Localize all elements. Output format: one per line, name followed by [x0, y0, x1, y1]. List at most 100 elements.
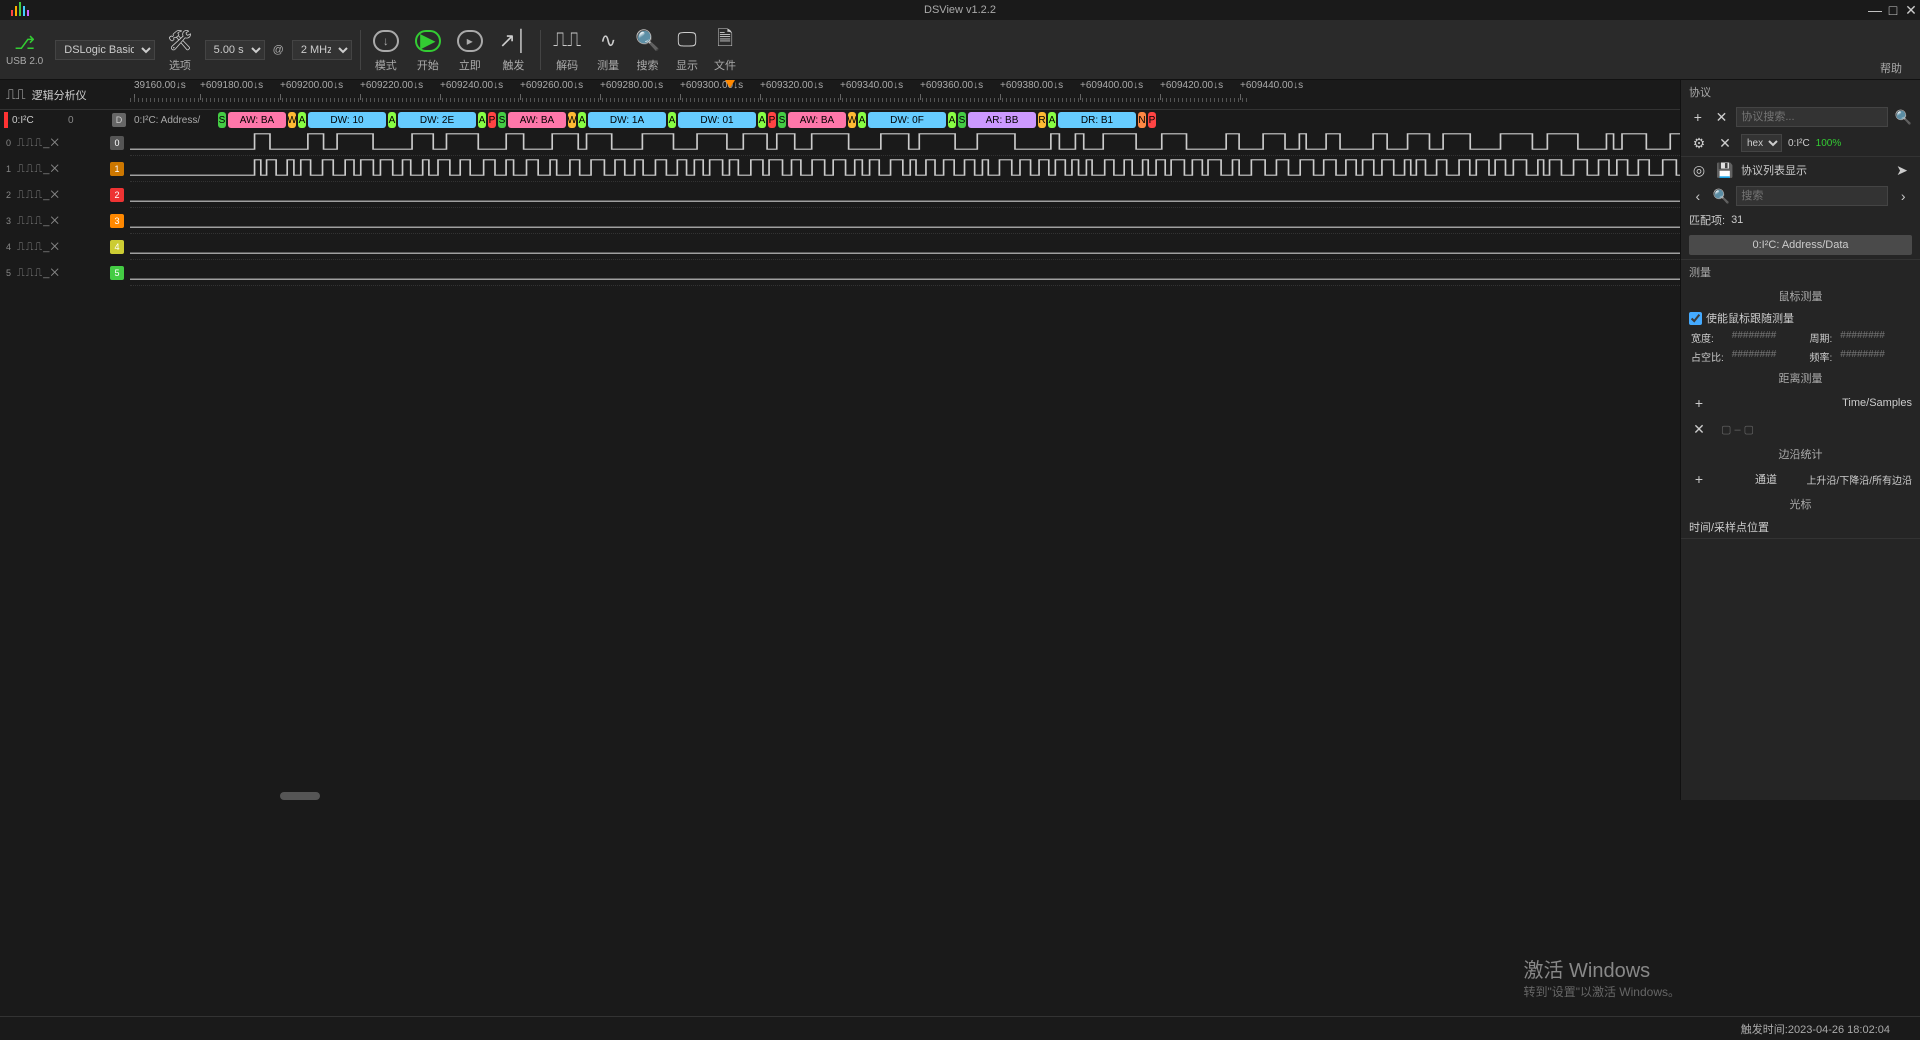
decode-segment[interactable]: A	[1048, 112, 1056, 128]
waveform-row-1[interactable]	[130, 156, 1680, 182]
gear-icon[interactable]: ⚙	[1689, 133, 1709, 153]
decode-button[interactable]: ⎍⎍ 解码	[553, 27, 581, 73]
waveform-row-5[interactable]	[130, 260, 1680, 286]
decode-segment[interactable]: A	[578, 112, 586, 128]
maximize-button[interactable]: □	[1884, 1, 1902, 19]
ruler-tick: +609420.00↓s	[1160, 80, 1223, 91]
save-icon[interactable]: 💾	[1715, 160, 1735, 180]
match-result-button[interactable]: 0:I²C: Address/Data	[1689, 235, 1912, 255]
ruler-tick: +609320.00↓s	[760, 80, 823, 91]
device-select[interactable]: DSLogic Basic	[55, 40, 155, 60]
channel-label-1[interactable]: 1⎍ ⎍ ⎍ _ ✕1	[0, 156, 130, 182]
decode-segment[interactable]: DW: 2E	[398, 112, 476, 128]
format-select[interactable]: hex	[1741, 134, 1782, 152]
decode-segment[interactable]: W	[288, 112, 296, 128]
help-button[interactable]: 帮助	[1880, 30, 1902, 76]
decode-badge[interactable]: D	[112, 113, 126, 127]
channel-label-2[interactable]: 2⎍ ⎍ ⎍ _ ✕2	[0, 182, 130, 208]
add-protocol-button[interactable]: +	[1689, 107, 1707, 127]
channel-label-3[interactable]: 3⎍ ⎍ ⎍ _ ✕3	[0, 208, 130, 234]
toolbar: ⎇ USB 2.0 DSLogic Basic 🛠 选项 5.00 s @ 2 …	[0, 20, 1920, 80]
decode-segment[interactable]: A	[948, 112, 956, 128]
statusbar: 触发时间:2023-04-26 18:02:04	[0, 1016, 1920, 1040]
decode-segment[interactable]: W	[848, 112, 856, 128]
enable-mouse-checkbox[interactable]	[1689, 312, 1702, 325]
protocol-search-input[interactable]	[1736, 107, 1888, 127]
waveform-area[interactable]: 39160.00↓s +609180.00↓s+609200.00↓s+6092…	[130, 80, 1680, 800]
search-list-icon[interactable]: 🔍	[1713, 186, 1731, 206]
instant-button[interactable]: ▸ 立即	[457, 27, 483, 73]
minimize-button[interactable]: —	[1866, 1, 1884, 19]
list-search-input[interactable]	[1736, 186, 1888, 206]
decode-segment[interactable]: P	[488, 112, 496, 128]
decode-segment[interactable]: P	[1148, 112, 1156, 128]
analyzer-header: ⎍⎍ 逻辑分析仪	[0, 80, 130, 110]
waveform-row-2[interactable]	[130, 182, 1680, 208]
decode-segment[interactable]: AW: BA	[788, 112, 846, 128]
display-button[interactable]: 🖵 显示	[676, 27, 698, 73]
send-icon[interactable]: ➤	[1892, 160, 1912, 180]
decode-segment[interactable]: A	[758, 112, 766, 128]
horizontal-scrollbar[interactable]	[280, 792, 320, 800]
waveform-row-0[interactable]	[130, 130, 1680, 156]
window-title: DSView v1.2.2	[924, 4, 996, 16]
decode-segment[interactable]: A	[858, 112, 866, 128]
wave-icon: ⎍⎍	[6, 86, 26, 103]
search-icon[interactable]: 🔍	[1894, 107, 1912, 127]
mode-button[interactable]: ↓ 模式	[373, 27, 399, 73]
channel-label-0[interactable]: 0⎍ ⎍ ⎍ _ ✕0	[0, 130, 130, 156]
decode-segment[interactable]: A	[668, 112, 676, 128]
decode-segment[interactable]: S	[778, 112, 786, 128]
decode-segment[interactable]: A	[388, 112, 396, 128]
trigger-button[interactable]: ↗│ 触发	[499, 27, 528, 73]
decode-segment[interactable]: S	[958, 112, 966, 128]
decode-segment[interactable]: R	[1038, 112, 1046, 128]
remove-protocol-button[interactable]: ✕	[1713, 107, 1731, 127]
ruler-start: 39160.00↓s	[134, 80, 186, 91]
decode-segment[interactable]: A	[478, 112, 486, 128]
decode-segment[interactable]: DW: 01	[678, 112, 756, 128]
ruler-cursor[interactable]	[725, 80, 735, 88]
decode-segment[interactable]: P	[768, 112, 776, 128]
edge-title: 边沿统计	[1681, 442, 1920, 466]
time-ruler[interactable]: 39160.00↓s +609180.00↓s+609200.00↓s+6092…	[130, 80, 1680, 110]
decode-segment[interactable]: AW: BA	[508, 112, 566, 128]
delete-icon[interactable]: ✕	[1715, 133, 1735, 153]
next-button[interactable]: ›	[1894, 186, 1912, 206]
channel-label-4[interactable]: 4⎍ ⎍ ⎍ _ ✕4	[0, 234, 130, 260]
add-edge-button[interactable]: +	[1689, 469, 1709, 489]
decode-segment[interactable]: AW: BA	[228, 112, 286, 128]
ruler-tick: +609240.00↓s	[440, 80, 503, 91]
channel-label-5[interactable]: 5⎍ ⎍ ⎍ _ ✕5	[0, 260, 130, 286]
decode-segment[interactable]: S	[218, 112, 226, 128]
decode-segment[interactable]: DR: B1	[1058, 112, 1136, 128]
proto-name: 0:I²C	[1788, 138, 1810, 149]
decode-segment[interactable]: DW: 0F	[868, 112, 946, 128]
options-button[interactable]: 🛠 选项	[167, 27, 192, 73]
prev-button[interactable]: ‹	[1689, 186, 1707, 206]
decode-segment[interactable]: N	[1138, 112, 1146, 128]
decode-segment[interactable]: S	[498, 112, 506, 128]
target-icon[interactable]: ◎	[1689, 160, 1709, 180]
decode-segment[interactable]: AR: BB	[968, 112, 1036, 128]
start-button[interactable]: ▶ 开始	[415, 27, 441, 73]
decode-segment[interactable]: W	[568, 112, 576, 128]
channel-list: ⎍⎍ 逻辑分析仪 0:I²C 0 D 0⎍ ⎍ ⎍ _ ✕01⎍ ⎍ ⎍ _ ✕…	[0, 80, 130, 800]
ruler-tick: +609360.00↓s	[920, 80, 983, 91]
duration-select[interactable]: 5.00 s	[205, 40, 265, 60]
ruler-tick: +609220.00↓s	[360, 80, 423, 91]
add-distance-button[interactable]: +	[1689, 393, 1709, 413]
waveform-row-4[interactable]	[130, 234, 1680, 260]
file-button[interactable]: 🗎 文件	[714, 27, 736, 73]
decode-segment[interactable]: DW: 1A	[588, 112, 666, 128]
samplerate-select[interactable]: 2 MHz	[292, 40, 352, 60]
decode-segment[interactable]: DW: 10	[308, 112, 386, 128]
remove-distance-button[interactable]: ✕	[1689, 419, 1709, 439]
decode-progress: 100%	[1816, 138, 1842, 149]
search-button[interactable]: 🔍 搜索	[635, 27, 660, 73]
waveform-row-3[interactable]	[130, 208, 1680, 234]
ruler-tick: +609280.00↓s	[600, 80, 663, 91]
close-button[interactable]: ✕	[1902, 1, 1920, 19]
decode-segment[interactable]: A	[298, 112, 306, 128]
measure-button[interactable]: ∿ 测量	[597, 27, 619, 73]
